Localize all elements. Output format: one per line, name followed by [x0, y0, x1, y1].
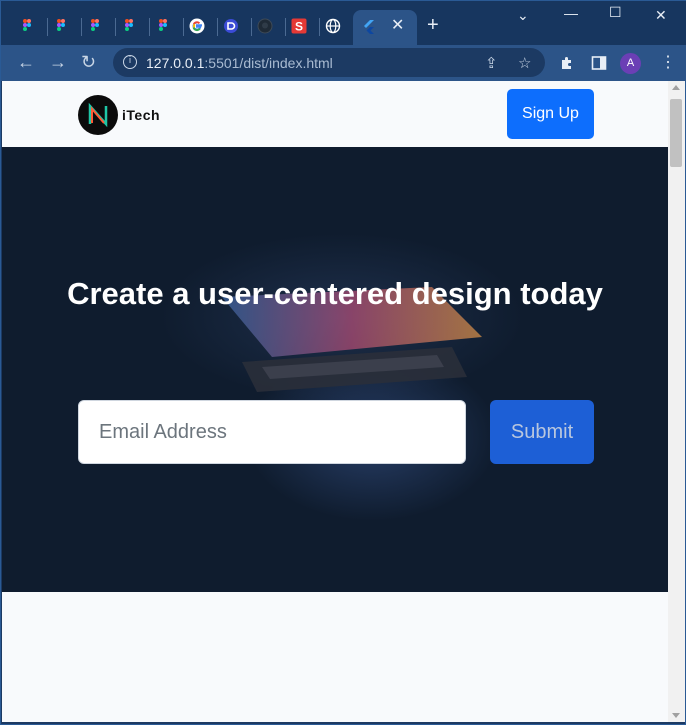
- logo-icon[interactable]: [78, 95, 118, 135]
- side-panel-icon[interactable]: [591, 55, 607, 71]
- address-bar[interactable]: i 127.0.0.1:5501/dist/index.html ⇪ ☆: [113, 48, 545, 77]
- reload-icon[interactable]: ↻: [81, 53, 96, 71]
- close-tab-icon[interactable]: ✕: [391, 18, 404, 34]
- submit-button[interactable]: Submit: [490, 400, 594, 464]
- new-tab-button[interactable]: +: [427, 15, 439, 35]
- svg-text:S: S: [295, 20, 303, 34]
- flutter-icon: [364, 20, 374, 34]
- sign-up-button[interactable]: Sign Up: [507, 89, 594, 139]
- back-icon[interactable]: ←: [17, 53, 35, 71]
- tab-active[interactable]: ✕: [353, 10, 417, 45]
- browser-toolbar: ← → ↻ i 127.0.0.1:5501/dist/index.html ⇪…: [1, 45, 686, 81]
- figma-icon: [23, 19, 31, 31]
- profile-avatar[interactable]: A: [620, 53, 641, 74]
- tab-figma-5[interactable]: [147, 10, 179, 42]
- share-icon[interactable]: ⇪: [485, 54, 498, 72]
- tab-figma-4[interactable]: [113, 10, 145, 42]
- menu-icon[interactable]: ⋮: [660, 52, 676, 72]
- figma-icon: [159, 19, 167, 31]
- scroll-up-icon[interactable]: [672, 85, 680, 90]
- hero-section: Create a user-centered design today Subm…: [2, 147, 668, 592]
- site-navbar: iTech Sign Up: [2, 81, 668, 147]
- email-input[interactable]: [78, 400, 466, 464]
- tab-github[interactable]: [249, 10, 281, 42]
- globe-icon: [325, 18, 341, 34]
- tab-google[interactable]: [181, 10, 213, 42]
- hero-title: Create a user-centered design today: [67, 276, 603, 311]
- tab-figma-1[interactable]: [11, 10, 43, 42]
- tab-search-icon[interactable]: ⌄: [517, 7, 529, 24]
- scroll-thumb[interactable]: [670, 99, 682, 167]
- extensions-icon[interactable]: [559, 55, 575, 71]
- site-info-icon[interactable]: i: [123, 55, 137, 69]
- figma-icon: [57, 19, 65, 31]
- maximize-icon[interactable]: ☐: [609, 4, 622, 21]
- scroll-down-icon[interactable]: [672, 713, 680, 718]
- url-text[interactable]: 127.0.0.1:5501/dist/index.html: [146, 55, 333, 71]
- figma-icon: [91, 19, 99, 31]
- github-icon: [257, 18, 273, 34]
- google-icon: [189, 18, 205, 34]
- tab-figma-3[interactable]: [79, 10, 111, 42]
- tab-strip: S ✕ + ⌄ — ☐ ✕: [1, 1, 686, 45]
- tab-app[interactable]: [215, 10, 247, 42]
- minimize-icon[interactable]: —: [564, 5, 578, 21]
- page-viewport: iTech Sign Up Create a user-centered des…: [2, 81, 668, 722]
- s-app-icon: S: [291, 18, 307, 34]
- page-lower-section: [2, 592, 668, 722]
- browser-window: S ✕ + ⌄ — ☐ ✕ ← → ↻ i 127.0.0.1:5501/dis…: [0, 0, 686, 725]
- bookmark-star-icon[interactable]: ☆: [518, 54, 531, 72]
- vertical-scrollbar[interactable]: [668, 81, 685, 722]
- tab-globe[interactable]: [317, 10, 349, 42]
- window-close-icon[interactable]: ✕: [655, 7, 667, 24]
- figma-icon: [125, 19, 133, 31]
- tab-figma-2[interactable]: [45, 10, 77, 42]
- forward-icon[interactable]: →: [49, 53, 67, 71]
- tab-s-app[interactable]: S: [283, 10, 315, 42]
- app-icon: [224, 19, 238, 33]
- brand-name[interactable]: iTech: [122, 107, 160, 123]
